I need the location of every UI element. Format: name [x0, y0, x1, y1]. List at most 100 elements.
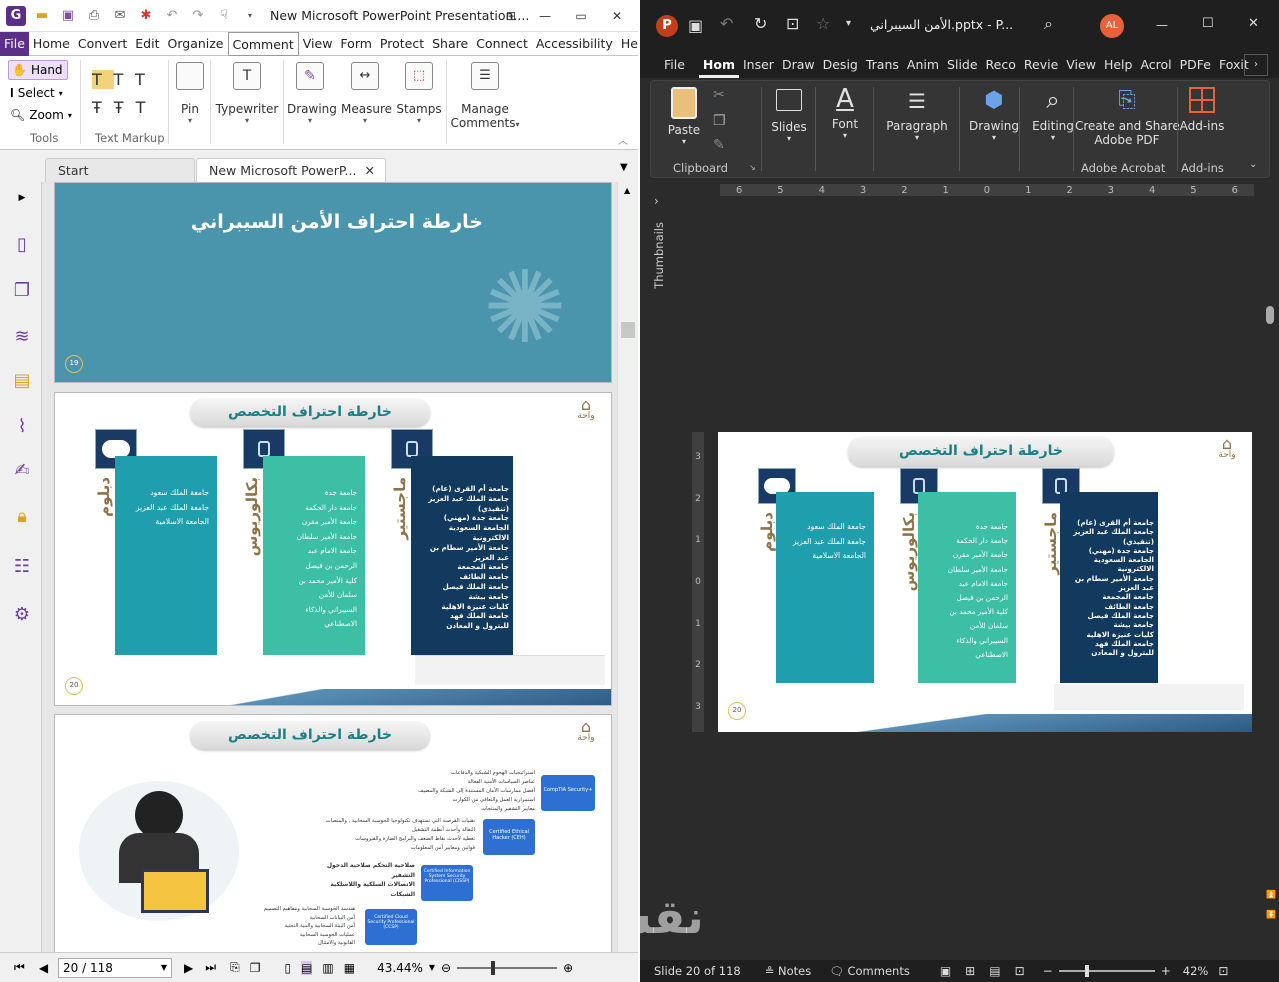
tab-acrobat-ppt[interactable]: Acrol: [1136, 52, 1175, 78]
normal-view-icon[interactable]: ▣: [940, 964, 951, 978]
tab-form[interactable]: Form: [336, 32, 376, 56]
select-tool-button[interactable]: 𝐈 Select ▾: [10, 83, 63, 103]
typewriter-button[interactable]: T Typewriter ▾: [214, 62, 280, 125]
zoom-slider[interactable]: [457, 960, 558, 975]
layers-icon[interactable]: ≋: [10, 324, 34, 348]
tab-home-ppt[interactable]: Hom: [698, 52, 739, 78]
export-icon[interactable]: ⎘: [230, 960, 240, 975]
notes-button[interactable]: ≗ Notes: [765, 964, 812, 978]
lock-icon[interactable]: 🔒︎: [10, 504, 34, 528]
tab-design-ppt[interactable]: Desig: [819, 52, 862, 78]
format-painter-icon[interactable]: ✎: [713, 137, 725, 153]
signature-icon[interactable]: ✍: [10, 458, 34, 482]
ppt-vertical-scrollbar[interactable]: ⏫ ⏬: [1264, 182, 1279, 960]
manage-comments-button[interactable]: ☰ Manage Comments▾: [450, 62, 520, 130]
tab-help[interactable]: Help: [617, 32, 638, 56]
paragraph-button[interactable]: ☰ Paragraph ▾: [879, 89, 955, 142]
editing-button[interactable]: ⌕ Editing ▾: [1023, 85, 1083, 142]
ppt-slide-canvas[interactable]: خارطة احتراف التخصص ⌂ واحة جامعة الملك سع…: [718, 432, 1252, 732]
ribbon-collapse-icon[interactable]: ︿: [618, 132, 628, 147]
qat-dropdown-icon[interactable]: ▾: [240, 6, 260, 26]
expand-panel-icon[interactable]: ▶: [10, 186, 34, 210]
tab-help-ppt[interactable]: Help: [1100, 52, 1137, 78]
first-page-icon[interactable]: ⏮: [14, 960, 25, 975]
tab-organize[interactable]: Organize: [164, 32, 228, 56]
form-fields-icon[interactable]: ☷: [10, 554, 34, 578]
tab-view[interactable]: View: [299, 32, 337, 56]
create-share-pdf-button[interactable]: ⎘ Create and Share Adobe PDF: [1075, 87, 1180, 147]
tab-pdfelement-ppt[interactable]: PDFe: [1176, 52, 1215, 78]
zoom-slider-ppt[interactable]: [1058, 965, 1155, 977]
close-tab-icon[interactable]: ✕: [365, 159, 375, 183]
pin-button[interactable]: Pin ▾: [175, 62, 205, 125]
tab-home[interactable]: Home: [29, 32, 74, 56]
search-icon[interactable]: ⌕: [1044, 14, 1053, 34]
hand-tool-button[interactable]: ✋ Hand: [8, 60, 68, 80]
tabs-menu-icon[interactable]: ▼: [620, 162, 628, 173]
new-icon[interactable]: ✱: [136, 6, 156, 26]
single-page-icon[interactable]: ▯: [284, 961, 291, 975]
copy-icon[interactable]: ❐: [713, 113, 726, 129]
tab-record-ppt[interactable]: Reco: [982, 52, 1020, 78]
ribbon-expand-icon[interactable]: ⌄: [1249, 159, 1257, 170]
tab-convert[interactable]: Convert: [74, 32, 131, 56]
slides-button[interactable]: Slides ▾: [767, 89, 811, 143]
tab-start[interactable]: Start: [45, 158, 195, 182]
file-tab[interactable]: File: [0, 31, 29, 56]
present-icon[interactable]: ⊡: [786, 14, 799, 33]
thumbnails-pane[interactable]: › Thumbnails: [640, 182, 680, 960]
foxit-vertical-scrollbar[interactable]: ▲: [617, 182, 638, 952]
hand-tool-quick-icon[interactable]: ☟: [214, 6, 234, 26]
scrollbar-thumb[interactable]: [621, 322, 635, 338]
stamps-button[interactable]: ⬚ Stamps ▾: [396, 62, 442, 125]
attachment-icon[interactable]: ⌇: [10, 414, 34, 438]
save-icon[interactable]: ▣: [58, 6, 78, 26]
tab-animations-ppt[interactable]: Anim: [903, 52, 943, 78]
qat-dropdown-icon-ppt[interactable]: ▾: [846, 18, 851, 29]
tab-review-ppt[interactable]: Revie: [1020, 52, 1062, 78]
slideshow-view-icon[interactable]: ⊡: [1015, 964, 1025, 978]
drawing-button-ppt[interactable]: ⬢ Drawing ▾: [961, 87, 1027, 142]
copy-pages-icon[interactable]: ❐: [250, 961, 261, 975]
zoom-in-icon-ppt[interactable]: +: [1161, 964, 1171, 978]
bookmark-icon[interactable]: ▯: [10, 232, 34, 256]
tab-file-ppt[interactable]: File: [660, 52, 689, 78]
zoom-out-icon-ppt[interactable]: −: [1043, 964, 1053, 978]
tab-connect[interactable]: Connect: [472, 32, 532, 56]
tab-accessibility[interactable]: Accessibility: [532, 32, 617, 56]
print-icon[interactable]: ⎙: [84, 6, 104, 26]
next-slide-icon[interactable]: ⏬: [1266, 910, 1276, 919]
reading-view-icon[interactable]: ▤: [989, 964, 1000, 978]
page-number-input[interactable]: 20 / 118 ▼: [58, 957, 173, 978]
zoom-level[interactable]: 43.44%: [377, 961, 423, 975]
zoom-dropdown-icon[interactable]: ▼: [429, 963, 435, 972]
continuous-facing-icon[interactable]: ▦: [344, 961, 355, 975]
slide-sorter-icon[interactable]: ⊞: [965, 964, 975, 978]
tab-document[interactable]: New Microsoft PowerP... ✕: [196, 158, 386, 182]
zoom-tool-button[interactable]: 🔍︎ Zoom ▾: [10, 105, 72, 125]
email-icon[interactable]: ✉: [110, 6, 130, 26]
menu-more-icon[interactable]: ›: [1244, 54, 1268, 76]
tab-view-ppt[interactable]: View: [1062, 52, 1100, 78]
addins-button[interactable]: Add-ins: [1179, 87, 1225, 133]
fit-slide-icon[interactable]: ⊡: [1218, 964, 1228, 978]
close-button[interactable]: ✕: [594, 0, 638, 32]
redo-icon[interactable]: ↷: [188, 6, 208, 26]
tab-slideshow-ppt[interactable]: Slide: [943, 52, 982, 78]
zoom-level-ppt[interactable]: 42%: [1183, 964, 1209, 978]
font-button[interactable]: A Font ▾: [823, 85, 867, 140]
tab-protect[interactable]: Protect: [376, 32, 428, 56]
save-icon-ppt[interactable]: ▣: [688, 16, 703, 35]
avatar[interactable]: AL: [1100, 14, 1124, 38]
clipboard-launcher-icon[interactable]: ↘: [749, 163, 756, 172]
tab-share[interactable]: Share: [428, 32, 472, 56]
last-page-icon[interactable]: ⏭: [205, 960, 216, 975]
undo-icon-ppt[interactable]: ↶: [720, 14, 733, 33]
next-page-icon[interactable]: ▶: [184, 961, 193, 975]
comments-panel-icon[interactable]: ▤: [10, 368, 34, 392]
open-folder-icon[interactable]: ▬: [32, 6, 52, 26]
cut-icon[interactable]: ✂: [713, 87, 725, 103]
tab-edit[interactable]: Edit: [131, 32, 163, 56]
expand-thumbnails-icon[interactable]: ›: [654, 194, 659, 208]
zoom-in-icon[interactable]: ⊕: [563, 961, 573, 975]
